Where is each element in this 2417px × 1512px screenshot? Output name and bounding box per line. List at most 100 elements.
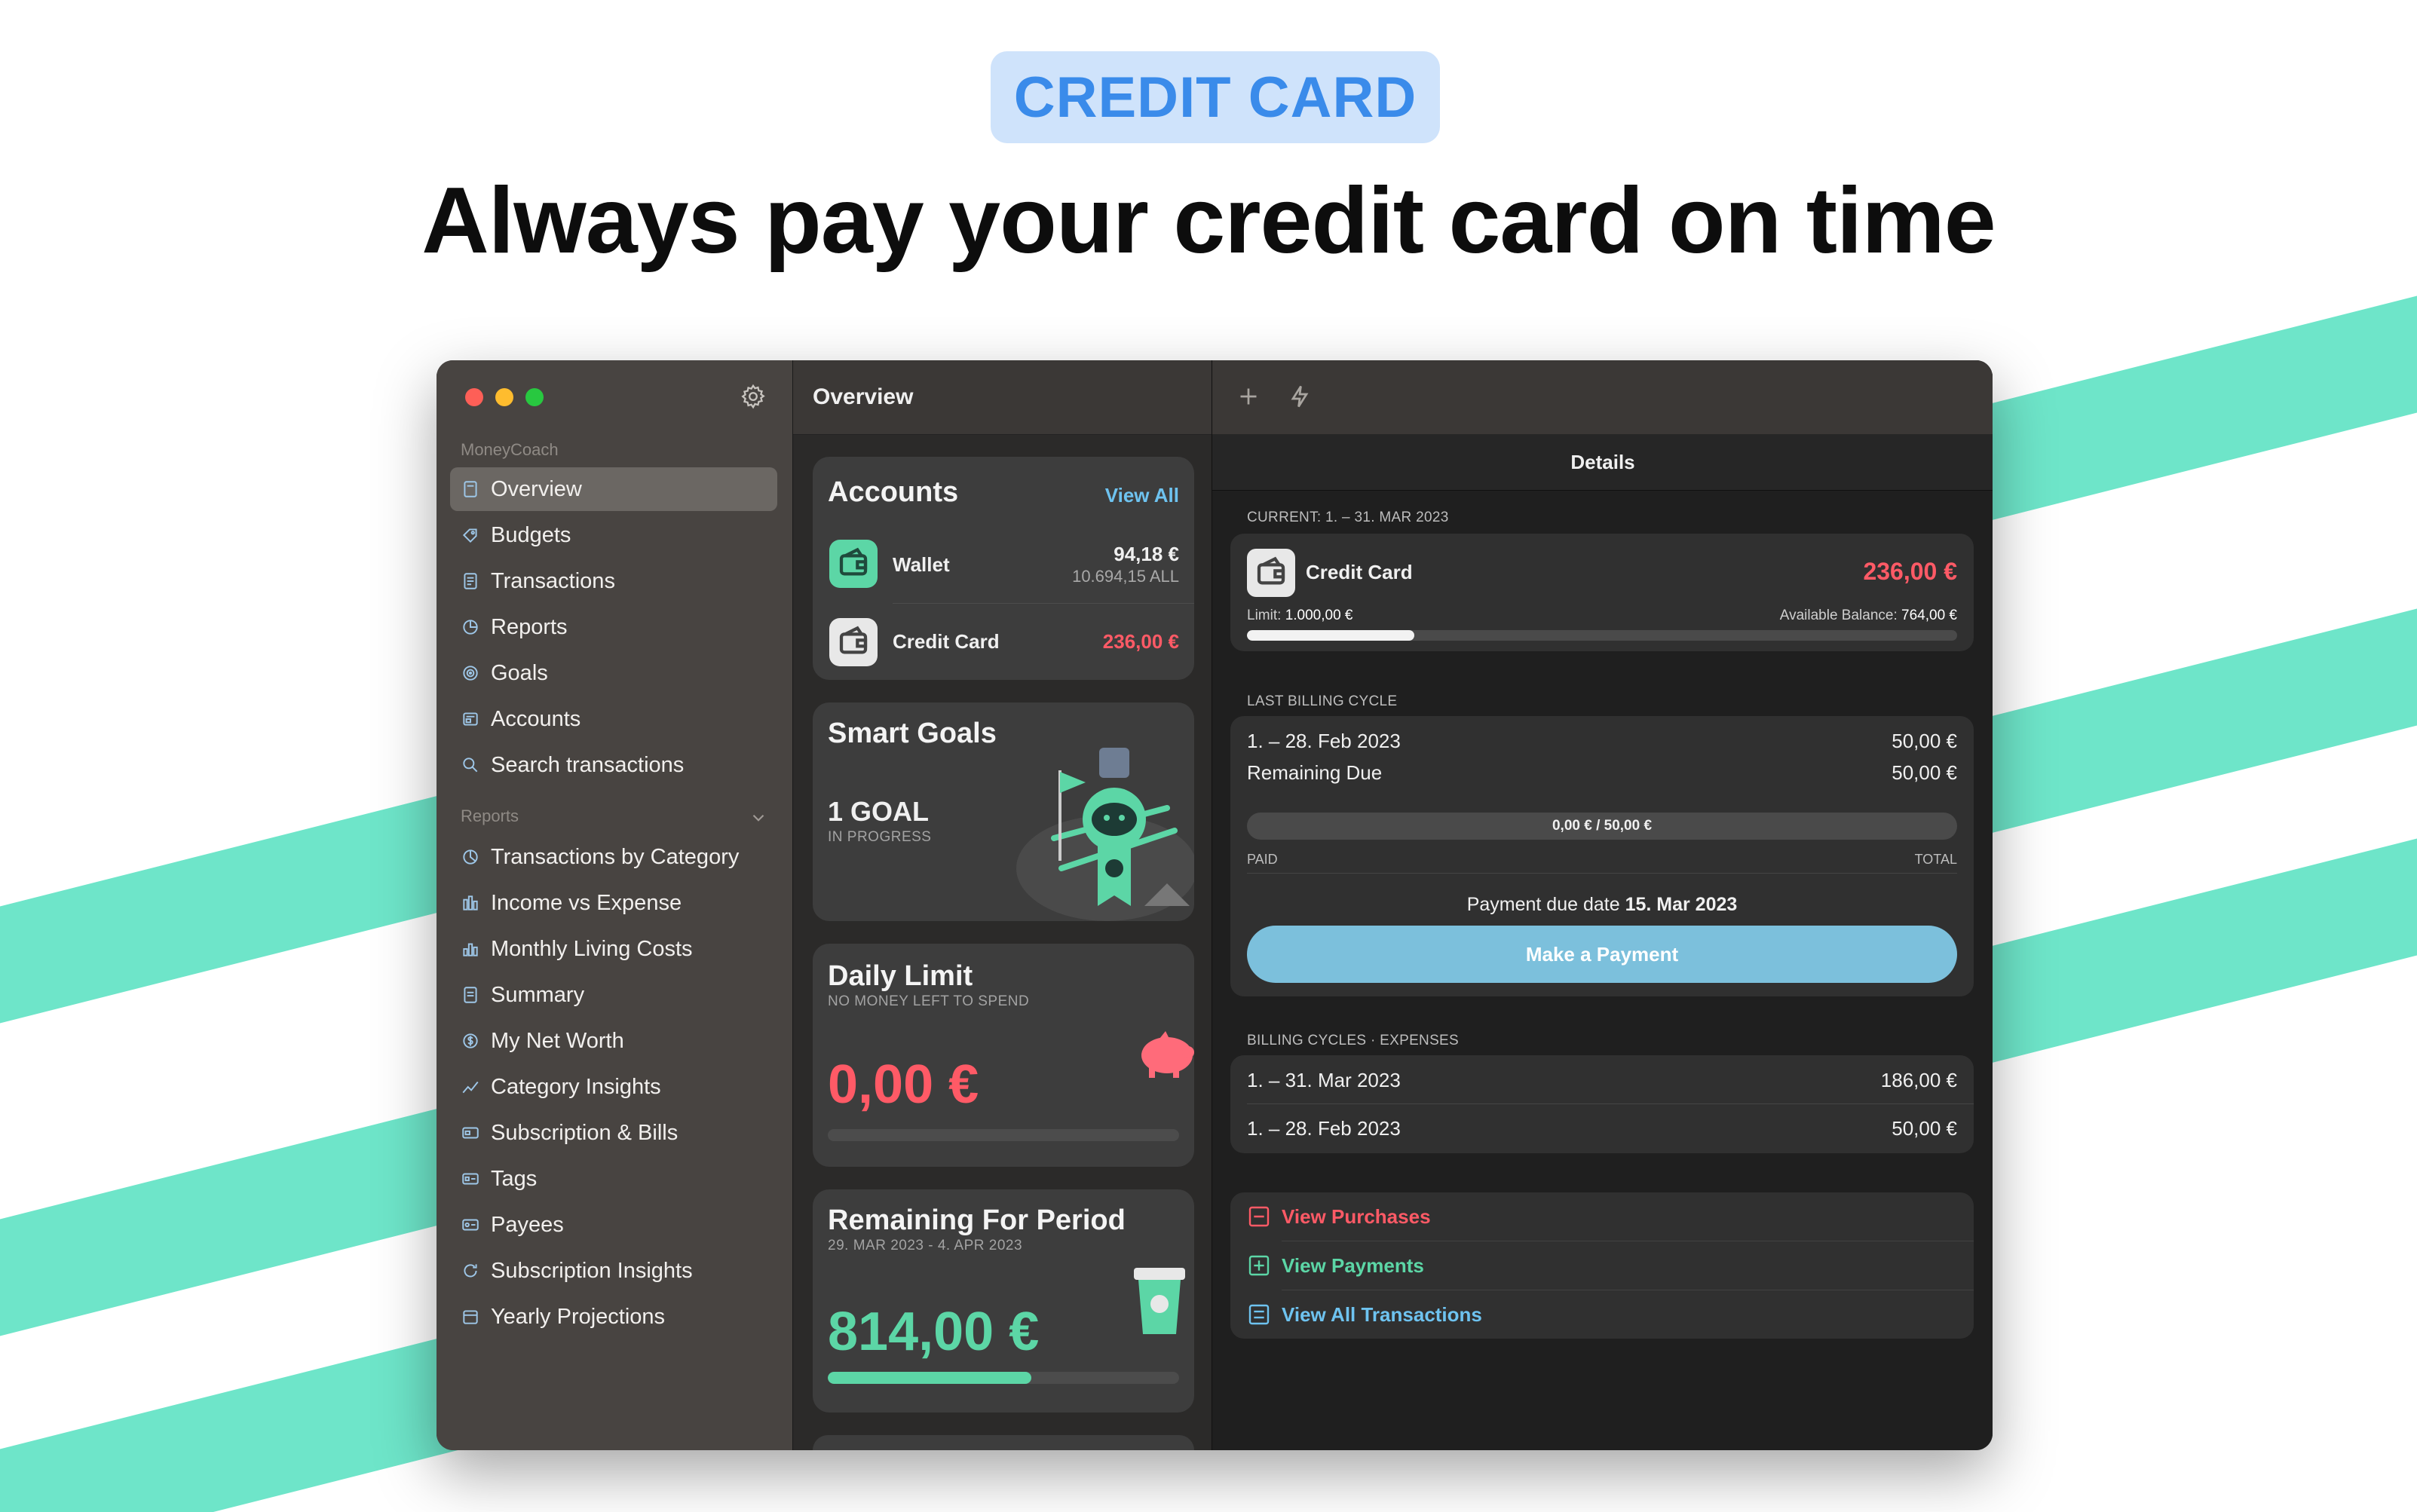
page-title: Overview (813, 384, 914, 409)
available-label: Available Balance: (1779, 608, 1898, 623)
limit-usage-fill (1247, 630, 1415, 641)
details-toolbar (1212, 360, 1993, 434)
card-icon (462, 1127, 479, 1139)
dollar-icon (463, 1033, 478, 1048)
remaining-period-dates: 29. MAR 2023 - 4. APR 2023 (828, 1238, 1023, 1253)
limit-value: 1.000,00 € (1285, 608, 1353, 623)
view-payments-label: View Payments (1282, 1253, 1424, 1277)
sidebar-item-yearly-projections[interactable]: Yearly Projections (450, 1295, 777, 1339)
sidebar-item-subscription-bills[interactable]: Subscription & Bills (450, 1111, 777, 1155)
billing-cycle-amount: 186,00 € (1880, 1069, 1957, 1091)
view-purchases-label: View Purchases (1282, 1204, 1431, 1228)
account-row-credit-card[interactable]: Credit Card 236,00 € (813, 604, 1194, 680)
sidebar-item-label: Subscription & Bills (491, 1120, 679, 1145)
transactions-icon (464, 573, 477, 589)
billing-cycle-row[interactable]: 1. – 28. Feb 2023 50,00 € (1230, 1105, 1974, 1153)
sidebar-item-tags[interactable]: Tags (450, 1157, 777, 1201)
sidebar-item-income-vs-expense[interactable]: Income vs Expense (450, 881, 777, 925)
minus-box-icon (1248, 1206, 1270, 1227)
total-label: TOTAL (1914, 852, 1957, 867)
lightning-icon[interactable] (1286, 383, 1313, 410)
sidebar-item-label: Accounts (491, 706, 581, 731)
sidebar: MoneyCoach Overview Budgets Transactions… (437, 360, 792, 1450)
sidebar-item-budgets[interactable]: Budgets (450, 513, 777, 557)
account-row-wallet[interactable]: Wallet 94,18 € 10.694,15 ALL (813, 526, 1194, 601)
last-cycle-amount: 50,00 € (1892, 730, 1957, 752)
view-payments-link[interactable]: View Payments (1230, 1241, 1974, 1290)
tag-icon (462, 1173, 479, 1185)
daily-limit-amount: 0,00 € (828, 1054, 979, 1115)
sidebar-item-transactions[interactable]: Transactions (450, 559, 777, 603)
sidebar-item-label: Transactions by Category (491, 844, 740, 869)
bar-chart-icon (463, 895, 478, 911)
refresh-icon (464, 1264, 477, 1278)
sidebar-item-accounts[interactable]: Accounts (450, 697, 777, 741)
sidebar-item-payees[interactable]: Payees (450, 1203, 777, 1247)
accounts-card[interactable]: Accounts View All Wallet 94,18 € 10.694,… (813, 457, 1194, 680)
sidebar-item-label: Goals (491, 660, 548, 685)
last-cycle-period: 1. – 28. Feb 2023 (1247, 730, 1401, 752)
gear-icon[interactable] (740, 383, 767, 410)
overview-header: Overview (793, 360, 1212, 435)
account-value: 94,18 € (1114, 543, 1179, 565)
daily-limit-subtitle: NO MONEY LEFT TO SPEND (828, 993, 1030, 1009)
sidebar-item-overview[interactable]: Overview (450, 467, 777, 511)
bar-chart-icon (463, 943, 478, 956)
reports-icon (463, 620, 478, 635)
sidebar-item-transactions-by-category[interactable]: Transactions by Category (450, 835, 777, 879)
remaining-due-amount: 50,00 € (1892, 761, 1957, 784)
plus-icon[interactable] (1235, 383, 1262, 410)
sidebar-item-reports[interactable]: Reports (450, 605, 777, 649)
goal-count: 1 GOAL (828, 796, 930, 827)
sidebar-item-summary[interactable]: Summary (450, 973, 777, 1017)
chevron-down-icon[interactable] (749, 808, 768, 828)
remaining-period-card[interactable]: Remaining For Period 29. MAR 2023 - 4. A… (813, 1189, 1194, 1413)
account-name: Credit Card (893, 630, 1000, 653)
transaction-links: View Purchases View Payments View All Tr… (1230, 1192, 1974, 1339)
smart-goals-title: Smart Goals (828, 718, 997, 749)
view-all-transactions-label: View All Transactions (1282, 1302, 1482, 1326)
view-purchases-link[interactable]: View Purchases (1230, 1192, 1974, 1241)
sidebar-item-monthly-living-costs[interactable]: Monthly Living Costs (450, 927, 777, 971)
available-balance-text: Available Balance: 764,00 € (1780, 608, 1957, 624)
details-title: Details (1570, 451, 1635, 473)
minimize-window-button[interactable] (495, 388, 513, 406)
next-card-peek (813, 1435, 1194, 1450)
sidebar-item-goals[interactable]: Goals (450, 651, 777, 695)
billing-cycle-row[interactable]: 1. – 31. Mar 2023 186,00 € (1230, 1055, 1974, 1103)
daily-limit-card[interactable]: Daily Limit NO MONEY LEFT TO SPEND 0,00 … (813, 944, 1194, 1167)
make-payment-button[interactable]: Make a Payment (1247, 926, 1957, 983)
section-title-app: MoneyCoach (461, 440, 559, 459)
credit-card-summary[interactable]: Credit Card 236,00 € Limit: 1.000,00 € A… (1230, 534, 1974, 651)
sidebar-item-label: Payees (491, 1212, 564, 1237)
view-all-transactions-link[interactable]: View All Transactions (1230, 1290, 1974, 1339)
payment-due-label: Payment due date (1466, 894, 1620, 915)
sidebar-item-subscription-insights[interactable]: Subscription Insights (450, 1249, 777, 1293)
coffee-cup-icon (1134, 1268, 1185, 1334)
zoom-window-button[interactable] (525, 388, 544, 406)
card-amount: 236,00 € (1863, 558, 1957, 585)
account-value: 236,00 € (1102, 630, 1179, 653)
wallet-icon (829, 540, 878, 588)
daily-limit-bar (828, 1129, 1179, 1141)
paid-progress-text: 0,00 € / 50,00 € (1552, 818, 1653, 834)
sidebar-item-search[interactable]: Search transactions (450, 743, 777, 787)
remaining-period-bar (828, 1372, 1179, 1384)
view-all-link[interactable]: View All (1105, 484, 1179, 507)
smart-goals-card[interactable]: Smart Goals 1 GOAL IN PROGRESS (813, 702, 1194, 921)
remaining-period-title: Remaining For Period (828, 1204, 1126, 1236)
pie-chart-icon (463, 849, 478, 865)
close-window-button[interactable] (465, 388, 483, 406)
sidebar-item-label: Income vs Expense (491, 890, 682, 915)
sidebar-item-category-insights[interactable]: Category Insights (450, 1065, 777, 1109)
divider (1247, 873, 1957, 874)
paid-label: PAID (1247, 852, 1278, 867)
limit-usage-bar (1247, 630, 1957, 641)
line-chart-icon (462, 1081, 479, 1094)
sidebar-item-label: Budgets (491, 522, 571, 547)
piggy-bank-icon (1141, 1031, 1194, 1078)
goals-icon (463, 666, 478, 681)
sidebar-item-my-net-worth[interactable]: My Net Worth (450, 1019, 777, 1063)
payment-due-date: 15. Mar 2023 (1625, 894, 1738, 915)
accounts-card-title: Accounts (828, 476, 959, 508)
